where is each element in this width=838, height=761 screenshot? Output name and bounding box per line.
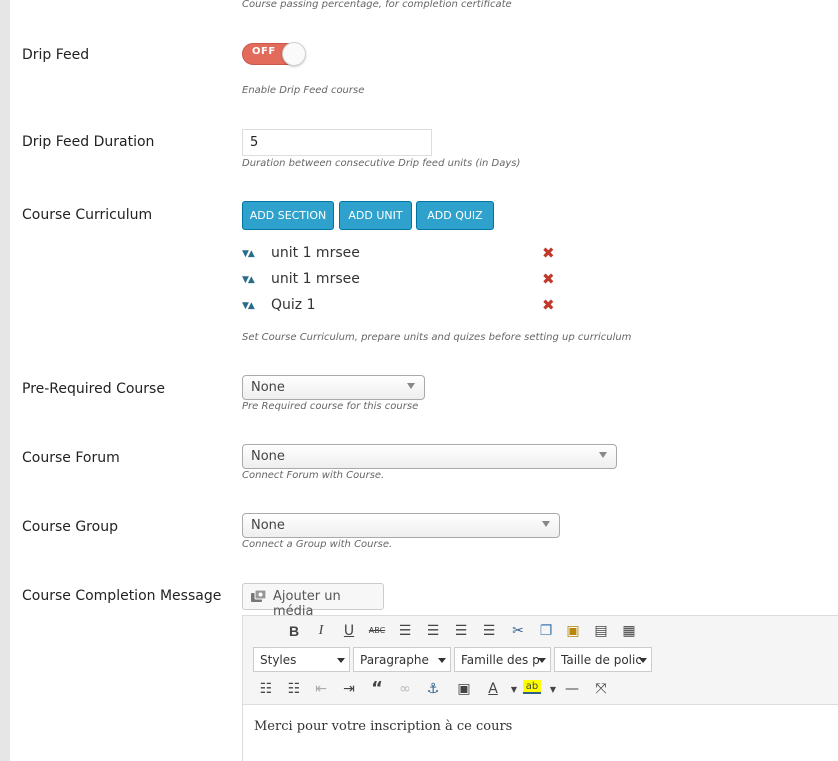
forum-select[interactable]: None xyxy=(242,444,617,469)
copy-icon[interactable]: ❐ xyxy=(537,622,555,640)
curriculum-item-name: unit 1 mrsee xyxy=(271,245,360,261)
forum-description: Connect Forum with Course. xyxy=(242,470,385,481)
curriculum-item[interactable]: ▼▲ unit 1 mrsee ✖ xyxy=(242,244,562,264)
admin-sidebar-edge xyxy=(0,0,10,761)
reorder-arrows-icon[interactable]: ▼▲ xyxy=(242,301,255,311)
add-quiz-button[interactable]: ADD QUIZ xyxy=(416,201,494,230)
add-section-button[interactable]: ADD SECTION xyxy=(242,201,334,230)
completion-message-label: Course Completion Message xyxy=(22,588,222,604)
align-left-icon[interactable]: ☰ xyxy=(396,622,414,640)
delete-icon[interactable]: ✖ xyxy=(542,244,555,262)
reorder-arrows-icon[interactable]: ▼▲ xyxy=(242,249,255,259)
drip-duration-input[interactable] xyxy=(242,129,432,156)
bullet-list-icon[interactable]: ☷ xyxy=(257,680,275,698)
chevron-down-icon xyxy=(599,452,607,458)
text-color-icon[interactable]: A xyxy=(484,680,502,698)
align-justify-icon[interactable]: ☰ xyxy=(480,622,498,640)
highlight-color-icon[interactable]: ab xyxy=(523,680,541,694)
underline-icon[interactable]: U xyxy=(340,622,358,640)
group-description: Connect a Group with Course. xyxy=(242,539,393,550)
styles-value: Styles xyxy=(260,653,297,667)
drip-feed-toggle[interactable]: OFF xyxy=(242,42,306,66)
add-unit-button[interactable]: ADD UNIT xyxy=(339,201,412,230)
editor-content-area[interactable]: Merci pour votre inscription à ce cours xyxy=(243,704,838,761)
drip-duration-description: Duration between consecutive Drip feed u… xyxy=(242,158,521,169)
font-size-select[interactable]: Taille de polic xyxy=(554,647,652,672)
forum-label: Course Forum xyxy=(22,450,120,466)
indent-icon[interactable]: ⇥ xyxy=(340,680,358,698)
blockquote-icon[interactable]: “ xyxy=(368,680,386,698)
font-family-value: Famille des p xyxy=(461,653,540,667)
chevron-down-icon xyxy=(639,658,647,663)
fullscreen-icon[interactable]: ⤧ xyxy=(592,680,610,698)
outdent-icon[interactable]: ⇤ xyxy=(312,680,330,698)
dropdown-arrow-icon[interactable]: ▼ xyxy=(544,681,562,699)
chevron-down-icon xyxy=(438,658,446,663)
link-icon[interactable]: ∞ xyxy=(396,680,414,698)
selected-value: None xyxy=(251,518,285,533)
selected-value: None xyxy=(251,449,285,464)
selected-value: None xyxy=(251,380,285,395)
media-icon xyxy=(251,589,267,602)
delete-icon[interactable]: ✖ xyxy=(542,270,555,288)
curriculum-item[interactable]: ▼▲ Quiz 1 ✖ xyxy=(242,296,562,316)
pre-required-description: Pre Required course for this course xyxy=(242,401,419,412)
numbered-list-icon[interactable]: ☷ xyxy=(285,680,303,698)
bold-icon[interactable]: B xyxy=(285,622,303,640)
styles-select[interactable]: Styles xyxy=(253,647,350,672)
curriculum-label: Course Curriculum xyxy=(22,207,153,223)
strikethrough-icon[interactable]: ABC xyxy=(368,622,386,640)
group-label: Course Group xyxy=(22,519,118,535)
insert-image-icon[interactable]: ▣ xyxy=(455,680,473,698)
chevron-down-icon xyxy=(538,658,546,663)
dropdown-arrow-icon[interactable]: ▼ xyxy=(505,681,523,699)
delete-icon[interactable]: ✖ xyxy=(542,296,555,314)
drip-feed-description: Enable Drip Feed course xyxy=(242,85,365,96)
chevron-down-icon xyxy=(542,521,550,527)
curriculum-item-name: Quiz 1 xyxy=(271,297,316,313)
align-right-icon[interactable]: ☰ xyxy=(452,622,470,640)
paste-icon[interactable]: ▣ xyxy=(564,622,582,640)
drip-duration-label: Drip Feed Duration xyxy=(22,134,155,150)
pre-required-label: Pre-Required Course xyxy=(22,381,165,397)
toggle-state-text: OFF xyxy=(252,46,276,57)
paste-text-icon[interactable]: ▤ xyxy=(592,622,610,640)
toggle-knob[interactable] xyxy=(282,42,306,66)
paste-word-icon[interactable]: ▦ xyxy=(620,622,638,640)
curriculum-item[interactable]: ▼▲ unit 1 mrsee ✖ xyxy=(242,270,562,290)
wysiwyg-editor: B I U ABC ☰ ☰ ☰ ☰ ✂ ❐ ▣ ▤ ▦ Styles Parag… xyxy=(242,615,838,761)
anchor-icon[interactable]: ⚓ xyxy=(424,680,442,698)
italic-icon[interactable]: I xyxy=(312,622,330,640)
curriculum-item-name: unit 1 mrsee xyxy=(271,271,360,287)
paragraph-select[interactable]: Paragraphe xyxy=(353,647,451,672)
font-family-select[interactable]: Famille des p xyxy=(454,647,551,672)
group-select[interactable]: None xyxy=(242,513,560,538)
pre-required-select[interactable]: None xyxy=(242,375,425,400)
align-center-icon[interactable]: ☰ xyxy=(424,622,442,640)
add-media-button[interactable]: Ajouter un média xyxy=(242,583,384,619)
font-size-value: Taille de polic xyxy=(561,653,641,667)
passing-percentage-description: Course passing percentage, for completio… xyxy=(242,0,512,10)
chevron-down-icon xyxy=(407,383,415,389)
reorder-arrows-icon[interactable]: ▼▲ xyxy=(242,275,255,285)
curriculum-description: Set Course Curriculum, prepare units and… xyxy=(242,332,632,343)
chevron-down-icon xyxy=(337,658,345,663)
editor-content-text: Merci pour votre inscription à ce cours xyxy=(254,719,513,734)
paragraph-value: Paragraphe xyxy=(360,653,429,667)
cut-icon[interactable]: ✂ xyxy=(509,622,527,640)
drip-feed-label: Drip Feed xyxy=(22,47,90,63)
horizontal-rule-icon[interactable]: — xyxy=(563,680,581,698)
